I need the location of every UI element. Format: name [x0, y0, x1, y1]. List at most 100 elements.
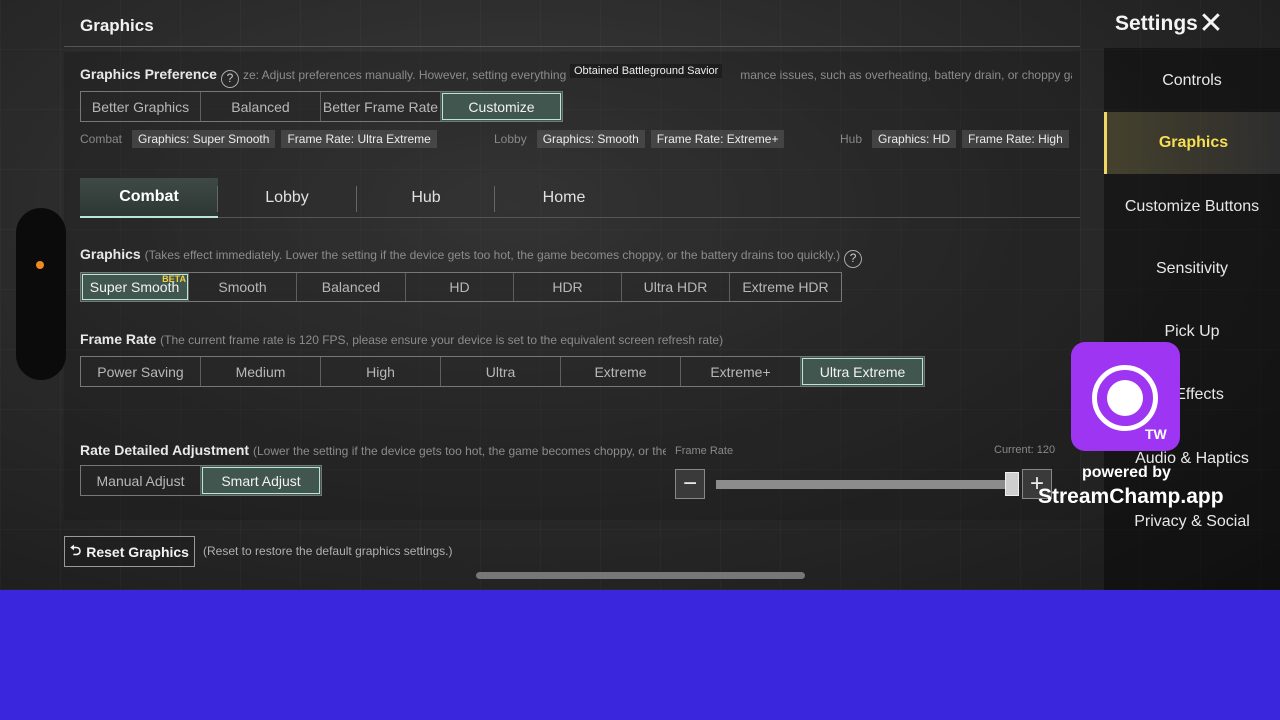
graphics-row: Graphics (Takes effect immediately. Lowe…: [80, 246, 1072, 268]
option-extreme-hdr[interactable]: Extreme HDR: [730, 273, 841, 301]
option-hdr[interactable]: HDR: [514, 273, 622, 301]
reset-desc: (Reset to restore the default graphics s…: [203, 544, 453, 558]
graphics-preference-desc-tail: mance issues, such as overheating, batte…: [740, 68, 1072, 82]
settings-title: Settings: [1115, 12, 1198, 35]
option-smooth[interactable]: Smooth: [189, 273, 297, 301]
help-icon[interactable]: ?: [844, 250, 863, 268]
option-label: High: [366, 363, 395, 380]
beta-badge: BETA: [162, 274, 186, 284]
reset-graphics-button[interactable]: ⮌ Reset Graphics: [64, 536, 195, 567]
reset-graphics-label: Reset Graphics: [86, 543, 189, 560]
help-icon[interactable]: ?: [220, 70, 239, 88]
tab-lobby[interactable]: Lobby: [218, 178, 356, 218]
tab-home[interactable]: Home: [495, 178, 633, 218]
decrease-button[interactable]: −: [675, 469, 705, 499]
streamchamp-badge: TW: [1145, 426, 1167, 442]
sidebar-item-customize-buttons[interactable]: Customize Buttons: [1104, 176, 1280, 238]
slider-fill: [716, 480, 1012, 489]
option-label: Customize: [468, 98, 535, 115]
slider-thumb[interactable]: [1005, 472, 1019, 496]
option-label: Extreme: [594, 363, 647, 380]
option-label: Smart Adjust: [221, 472, 301, 489]
preset-hub-label: Hub: [840, 132, 863, 146]
sidebar-item-sensitivity[interactable]: Sensitivity: [1104, 238, 1280, 300]
graphics-preference-label: Graphics Preference: [80, 66, 217, 82]
side-pill[interactable]: [16, 208, 66, 380]
slider-label: Frame Rate: [675, 445, 734, 457]
option-label: Power Saving: [97, 363, 184, 380]
graphics-preference-selector: Better Graphics Balanced Better Frame Rate…: [80, 91, 563, 122]
option-better-graphics[interactable]: Better Graphics: [81, 92, 201, 121]
option-label: Ultra Extreme: [819, 363, 906, 380]
achievement-toast: Obtained Battleground Savior: [570, 64, 723, 78]
option-super-smooth[interactable]: Super Smooth BETA: [81, 273, 189, 301]
preset-hub-frame-rate: Frame Rate: High: [962, 130, 1069, 148]
tab-divider: [494, 186, 495, 212]
option-balanced[interactable]: Balanced: [297, 273, 406, 301]
close-icon[interactable]: ✕: [1196, 9, 1226, 39]
option-label: Better Frame Rate: [322, 98, 439, 115]
option-better-frame-rate[interactable]: Better Frame Rate: [321, 92, 441, 121]
option-smart-adjust[interactable]: Smart Adjust: [201, 466, 321, 495]
option-ultra[interactable]: Ultra: [441, 357, 561, 386]
tab-combat[interactable]: Combat: [80, 178, 218, 218]
preset-lobby-label: Lobby: [494, 132, 527, 146]
option-label: Balanced: [231, 98, 290, 115]
frame-rate-row: Frame Rate (The current frame rate is 12…: [80, 331, 1072, 347]
streamchamp-logo: TW: [1071, 342, 1180, 451]
preset-hub: Hub Graphics: HD Frame Rate: High: [840, 130, 1069, 148]
option-manual-adjust[interactable]: Manual Adjust: [81, 466, 201, 495]
option-label: Manual Adjust: [96, 472, 185, 489]
option-label: HDR: [552, 279, 583, 295]
preset-lobby-frame-rate: Frame Rate: Extreme+: [650, 130, 785, 148]
option-medium[interactable]: Medium: [201, 357, 321, 386]
option-ultra-hdr[interactable]: Ultra HDR: [622, 273, 730, 301]
powered-by-text: powered by: [1082, 464, 1171, 481]
sidebar-item-controls[interactable]: Controls: [1104, 50, 1280, 112]
option-power-saving[interactable]: Power Saving: [81, 357, 201, 386]
frame-rate-selector: Power Saving Medium High Ultra Extreme Extrem…: [80, 356, 925, 387]
rate-adjustment-row: Rate Detailed Adjustment (Lower the sett…: [80, 442, 666, 458]
option-customize[interactable]: Customize: [441, 92, 562, 121]
option-extreme[interactable]: Extreme+: [681, 357, 801, 386]
option-label: Ultra: [485, 363, 516, 380]
option-label: Smooth: [218, 279, 267, 295]
preset-hub-graphics: Graphics: HD: [872, 130, 957, 148]
graphics-quality-selector: Super Smooth BETA Smooth Balanced HD HDR Ultra…: [80, 272, 842, 302]
record-icon: [1092, 365, 1158, 431]
option-label: HD: [449, 279, 470, 295]
option-high[interactable]: High: [321, 357, 441, 386]
adjust-mode-selector: Manual Adjust Smart Adjust: [80, 465, 322, 496]
preset-combat-frame-rate: Frame Rate: Ultra Extreme: [281, 130, 437, 148]
tab-hub[interactable]: Hub: [357, 178, 495, 218]
page-title: Graphics: [80, 16, 154, 35]
option-label: Ultra HDR: [643, 279, 708, 295]
game-screen: Graphics Settings ✕ Graphics Preference?…: [0, 0, 1280, 590]
rate-adjustment-label: Rate Detailed Adjustment: [80, 442, 250, 458]
header-divider: [64, 46, 1080, 47]
preset-combat: Combat Graphics: Super Smooth Frame Rate…: [80, 130, 437, 148]
home-indicator[interactable]: [476, 572, 805, 579]
option-ultra-extreme[interactable]: Ultra Extreme: [801, 357, 924, 386]
slider-current-value: Current: 120: [994, 444, 1056, 456]
preset-lobby: Lobby Graphics: Smooth Frame Rate: Extre…: [494, 130, 785, 148]
mode-tabs: Combat Lobby Hub Home: [80, 178, 1080, 218]
rate-adjustment-desc: (Lower the setting if the device gets to…: [252, 444, 666, 458]
option-balanced[interactable]: Balanced: [201, 92, 321, 121]
option-hd[interactable]: HD: [406, 273, 514, 301]
streamchamp-name: StreamChamp.app: [1038, 485, 1224, 508]
frame-rate-desc: (The current frame rate is 120 FPS, plea…: [160, 333, 724, 347]
preset-combat-label: Combat: [80, 132, 123, 146]
graphics-label: Graphics: [80, 246, 141, 262]
settings-header: Settings ✕: [1104, 0, 1280, 48]
graphics-preference-desc: ze: Adjust preferences manually. However…: [242, 68, 567, 82]
option-label: Balanced: [321, 279, 381, 295]
option-extreme[interactable]: Extreme: [561, 357, 681, 386]
preset-lobby-graphics: Graphics: Smooth: [536, 130, 645, 148]
tab-divider: [356, 186, 357, 212]
sidebar-item-graphics[interactable]: Graphics: [1104, 112, 1280, 174]
frame-rate-slider-track[interactable]: [716, 480, 1018, 489]
tab-divider: [217, 186, 218, 212]
frame-rate-label: Frame Rate: [80, 331, 157, 347]
option-label: Extreme HDR: [742, 279, 829, 295]
